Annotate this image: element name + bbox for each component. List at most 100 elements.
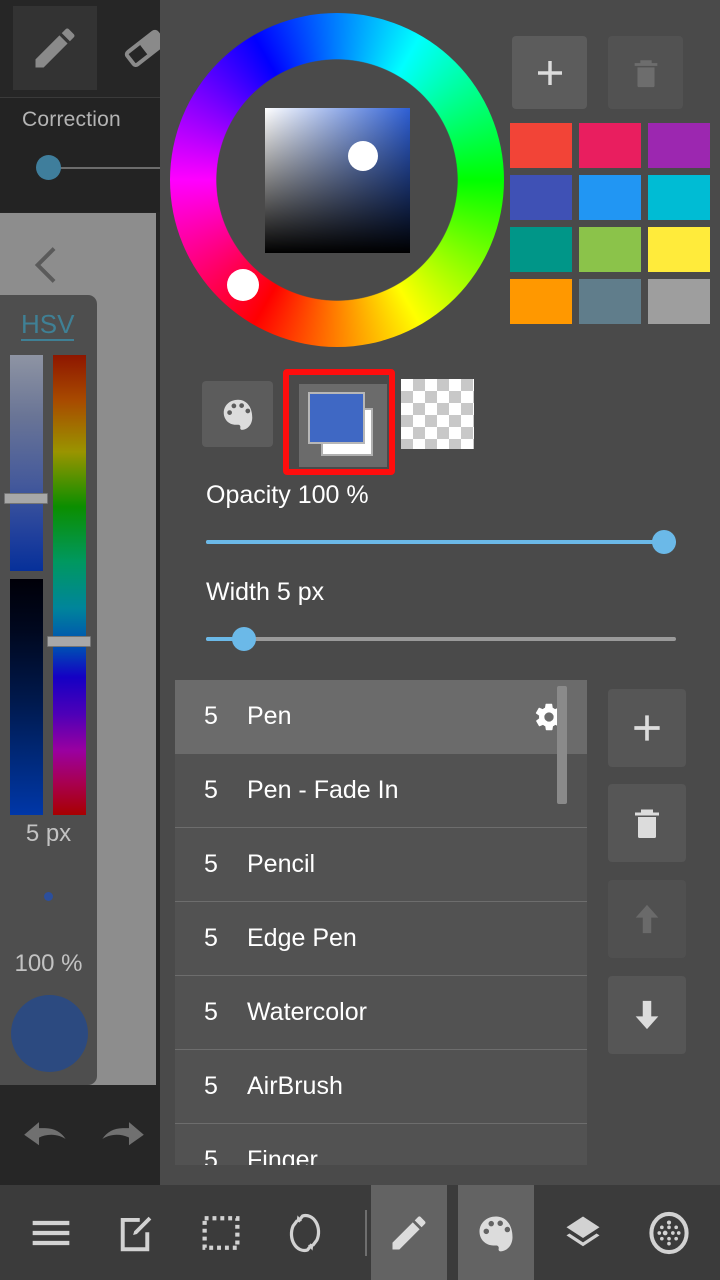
correction-label: Correction xyxy=(22,108,121,131)
width-label: Width 5 px xyxy=(206,578,325,606)
color-swatch[interactable] xyxy=(510,279,572,324)
hsv-value-bar[interactable] xyxy=(10,579,43,815)
tool-row xyxy=(0,0,166,96)
brush-list-row[interactable]: 5 Watercolor xyxy=(175,976,587,1050)
bottom-toolbar xyxy=(0,1185,720,1280)
arrow-up-icon xyxy=(630,899,664,939)
width-slider-thumb[interactable] xyxy=(232,627,256,651)
hsv-hue-thumb[interactable] xyxy=(47,636,91,647)
brush-size-value: 5 xyxy=(204,924,218,952)
color-squares-icon xyxy=(299,384,387,467)
drawing-app-root: Correction HSV 5 px 100 % Opacity 100 % … xyxy=(0,0,720,1280)
new-canvas-button[interactable] xyxy=(98,1185,172,1280)
brush-name-label: AirBrush xyxy=(247,1072,343,1100)
undo-arrow-icon xyxy=(19,1114,73,1162)
foreground-color-square[interactable] xyxy=(308,392,365,444)
hsv-mode-link[interactable]: HSV xyxy=(21,310,75,342)
pencil-icon xyxy=(387,1211,431,1255)
color-swatch[interactable] xyxy=(648,175,710,220)
hsv-sv-slider[interactable] xyxy=(10,355,43,815)
redo-button[interactable] xyxy=(88,1105,156,1171)
opacity-slider-thumb[interactable] xyxy=(652,530,676,554)
correction-slider[interactable] xyxy=(22,155,160,180)
correction-slider-thumb[interactable] xyxy=(36,155,61,180)
move-brush-up-button[interactable] xyxy=(608,880,686,958)
rotate-canvas-button[interactable] xyxy=(268,1185,342,1280)
brush-list-row[interactable]: 5 AirBrush xyxy=(175,1050,587,1124)
texture-button[interactable] xyxy=(632,1185,706,1280)
width-slider-track xyxy=(206,637,676,641)
plus-icon xyxy=(532,55,568,91)
undo-button[interactable] xyxy=(12,1105,80,1171)
color-swatch[interactable] xyxy=(510,227,572,272)
brush-list-scrollbar[interactable] xyxy=(557,686,567,804)
add-swatch-button[interactable] xyxy=(512,36,587,109)
color-swatch[interactable] xyxy=(510,175,572,220)
color-swatch[interactable] xyxy=(579,279,641,324)
brush-name-label: Finger xyxy=(247,1146,318,1165)
brush-name-label: Edge Pen xyxy=(247,924,357,952)
color-swatch[interactable] xyxy=(510,123,572,168)
color-swatch[interactable] xyxy=(648,227,710,272)
brush-size-value: 5 xyxy=(204,702,218,730)
palette-mode-button[interactable] xyxy=(202,381,273,447)
pencil-icon xyxy=(29,22,81,74)
color-swatch-grid xyxy=(510,123,710,324)
brush-list-row[interactable]: 5 Pen - Fade In xyxy=(175,754,587,828)
current-color-preview[interactable] xyxy=(11,995,88,1072)
rotate-icon xyxy=(284,1211,326,1255)
color-mode-row xyxy=(160,369,720,475)
color-palette-button[interactable] xyxy=(458,1185,534,1280)
saturation-value-square[interactable] xyxy=(265,108,410,253)
brush-size-dot-preview xyxy=(44,892,53,901)
opacity-slider-fill xyxy=(206,540,676,544)
saturation-value-cursor[interactable] xyxy=(348,141,378,171)
brush-list-row[interactable]: 5 Pen xyxy=(175,680,587,754)
delete-swatch-button[interactable] xyxy=(608,36,683,109)
hsv-saturation-thumb[interactable] xyxy=(4,493,48,504)
brush-list-row[interactable]: 5 Edge Pen xyxy=(175,902,587,976)
left-sidebar: Correction HSV 5 px 100 % xyxy=(0,0,166,1185)
add-brush-button[interactable] xyxy=(608,689,686,767)
color-swatch[interactable] xyxy=(648,123,710,168)
brush-list-row[interactable]: 5 Pencil xyxy=(175,828,587,902)
plus-icon xyxy=(628,709,666,747)
opacity-slider[interactable] xyxy=(206,530,676,554)
hsv-slider-group xyxy=(0,355,97,815)
layers-icon xyxy=(562,1213,604,1253)
pen-tool-button[interactable] xyxy=(13,6,97,90)
color-swatch[interactable] xyxy=(648,279,710,324)
hsv-saturation-bar[interactable] xyxy=(10,355,43,571)
color-wheel[interactable] xyxy=(170,13,504,347)
selection-button[interactable] xyxy=(184,1185,258,1280)
brush-size-value: 5 xyxy=(204,850,218,878)
trash-icon xyxy=(629,803,665,843)
hsv-hue-bar[interactable] xyxy=(53,355,86,815)
hsv-opacity-label: 100 % xyxy=(14,950,83,977)
hue-cursor[interactable] xyxy=(227,269,259,301)
brush-size-value: 5 xyxy=(204,776,218,804)
brush-name-label: Watercolor xyxy=(247,998,367,1026)
correction-slider-track xyxy=(48,167,160,169)
brush-list-row[interactable]: 5 Finger xyxy=(175,1124,587,1165)
collapse-panel-button[interactable] xyxy=(16,235,76,295)
transparency-mode-button[interactable] xyxy=(401,379,474,449)
palette-icon xyxy=(474,1211,518,1255)
width-slider[interactable] xyxy=(206,627,676,651)
foreground-background-mode-button[interactable] xyxy=(283,369,395,475)
menu-button[interactable] xyxy=(14,1185,88,1280)
move-brush-down-button[interactable] xyxy=(608,976,686,1054)
color-swatch[interactable] xyxy=(579,227,641,272)
brush-name-label: Pen - Fade In xyxy=(247,776,399,804)
dashed-rectangle-icon xyxy=(201,1215,241,1251)
brush-list[interactable]: 5 Pen 5 Pen - Fade In 5 Pencil 5 Edge Pen 5 Water… xyxy=(175,680,587,1165)
layers-button[interactable] xyxy=(546,1185,620,1280)
color-swatch[interactable] xyxy=(579,123,641,168)
palette-icon xyxy=(219,395,257,433)
draw-tool-button[interactable] xyxy=(371,1185,447,1280)
hsv-color-panel: HSV 5 px 100 % xyxy=(0,295,97,1085)
edit-document-icon xyxy=(116,1213,154,1253)
brush-name-label: Pen xyxy=(247,702,292,730)
delete-brush-button[interactable] xyxy=(608,784,686,862)
color-swatch[interactable] xyxy=(579,175,641,220)
